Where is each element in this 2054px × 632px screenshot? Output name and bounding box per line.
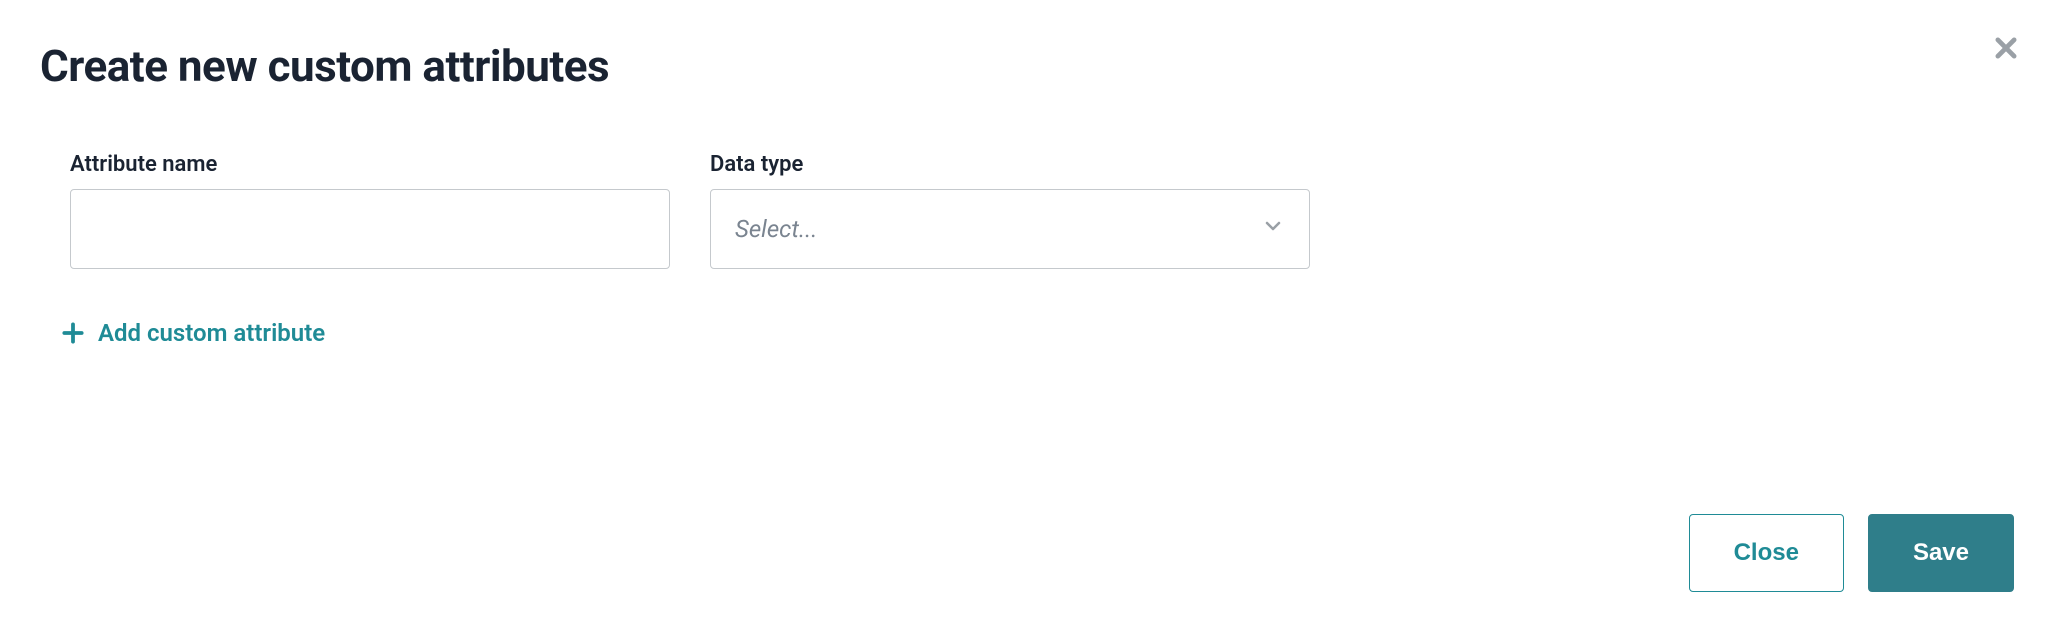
data-type-placeholder: Select... bbox=[735, 215, 817, 243]
add-custom-attribute-button[interactable]: Add custom attribute bbox=[40, 319, 325, 347]
data-type-select[interactable]: Select... bbox=[710, 189, 1310, 269]
chevron-down-icon bbox=[1261, 214, 1285, 244]
close-icon[interactable] bbox=[1988, 30, 2024, 66]
dialog-title: Create new custom attributes bbox=[40, 40, 2014, 92]
attribute-name-field: Attribute name bbox=[70, 152, 670, 269]
attribute-name-input[interactable] bbox=[70, 189, 670, 269]
plus-icon bbox=[60, 320, 86, 346]
footer-actions: Close Save bbox=[1689, 514, 2014, 592]
data-type-label: Data type bbox=[710, 152, 1310, 177]
save-button[interactable]: Save bbox=[1868, 514, 2014, 592]
attribute-name-label: Attribute name bbox=[70, 152, 670, 177]
close-button[interactable]: Close bbox=[1689, 514, 1844, 592]
data-type-field: Data type Select... bbox=[710, 152, 1310, 269]
add-custom-attribute-label: Add custom attribute bbox=[98, 319, 325, 347]
form-row: Attribute name Data type Select... bbox=[40, 152, 2014, 269]
